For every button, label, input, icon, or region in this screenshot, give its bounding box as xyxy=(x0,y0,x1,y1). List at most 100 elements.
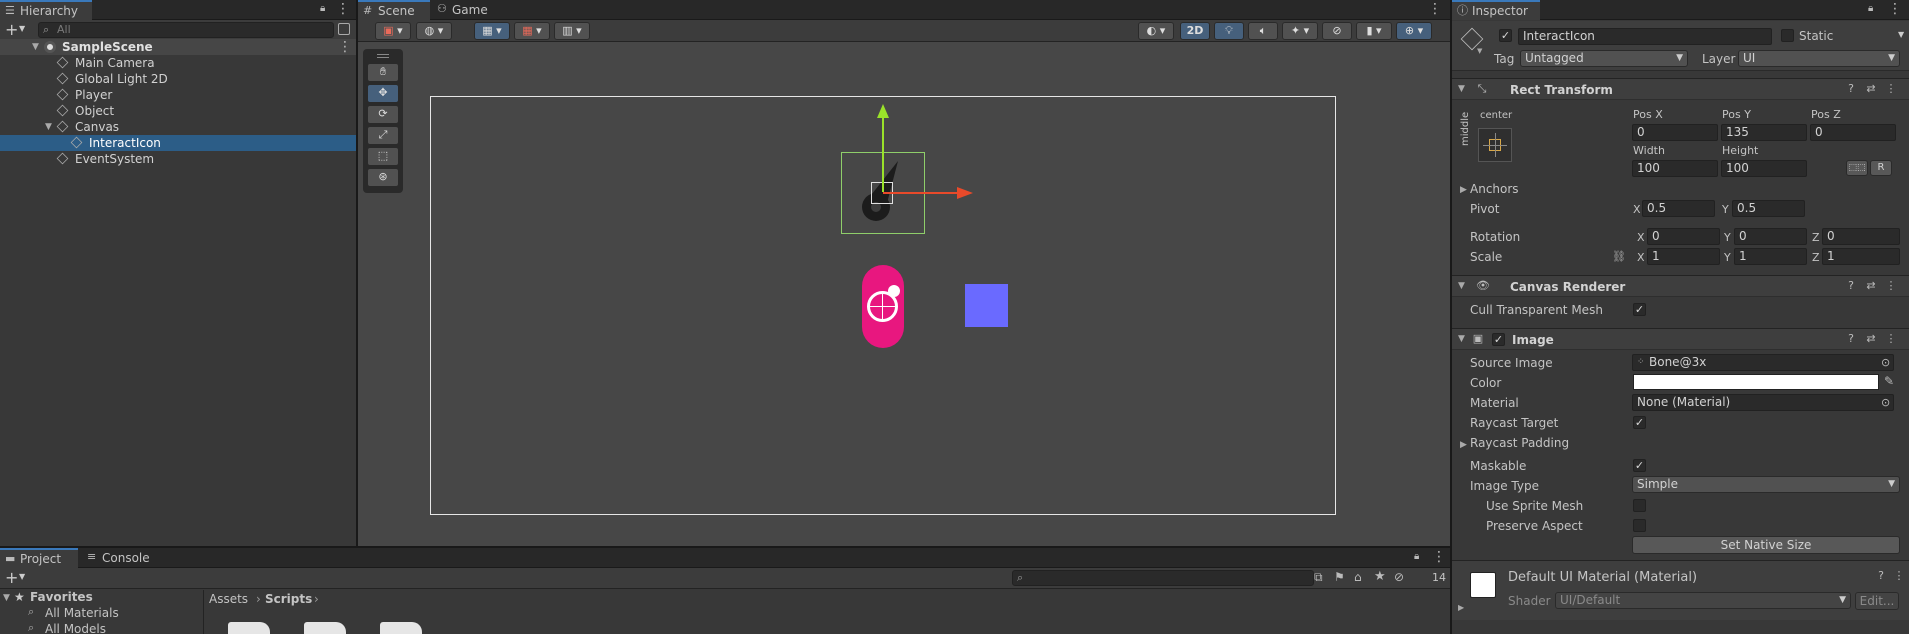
asset-file-icon[interactable] xyxy=(304,622,346,634)
fold-arrow-icon[interactable]: ▼ xyxy=(1458,281,1465,291)
preset-icon[interactable]: ⇄ xyxy=(1865,83,1877,95)
component-menu-icon[interactable]: ⋮ xyxy=(1885,83,1897,95)
favorite-all-models[interactable]: All Models xyxy=(45,622,106,634)
expand-arrow-icon[interactable]: ▼ xyxy=(45,119,52,135)
preserve-aspect-checkbox[interactable] xyxy=(1633,519,1646,532)
effects-dropdown[interactable]: ✦ ▾ xyxy=(1282,22,1318,40)
image-enabled-checkbox[interactable]: ✓ xyxy=(1492,333,1505,346)
hidden-packages-icon[interactable]: ⊘ xyxy=(1394,570,1404,584)
fold-arrow-icon[interactable]: ▼ xyxy=(1458,84,1465,94)
panel-menu-icon[interactable]: ⋮ xyxy=(336,2,350,16)
transform-tool-button[interactable]: ⊛ xyxy=(367,168,399,187)
help-icon[interactable]: ? xyxy=(1845,333,1857,345)
panel-menu-icon[interactable]: ⋮ xyxy=(1428,2,1442,16)
static-dropdown-icon[interactable]: ▼ xyxy=(1898,30,1904,39)
move-tool-button[interactable]: ✥ xyxy=(367,84,399,103)
hierarchy-item-global-light[interactable]: Global Light 2D xyxy=(0,71,356,87)
scale-x-field[interactable]: 1 xyxy=(1647,248,1720,265)
raycast-padding-label[interactable]: Raycast Padding xyxy=(1470,436,1569,450)
draw-mode-dropdown[interactable]: ▣ ▾ xyxy=(375,22,411,40)
gizmos-dropdown[interactable]: ⊕ ▾ xyxy=(1396,22,1432,40)
favorite-all-materials[interactable]: All Materials xyxy=(45,606,119,620)
scene-row[interactable]: ▼ SampleScene ⋮ xyxy=(0,39,356,55)
grid-snap-dropdown[interactable]: ▦ ▾ xyxy=(474,22,510,40)
breadcrumb-assets[interactable]: Assets xyxy=(209,592,248,606)
pos-x-field[interactable]: 0 xyxy=(1632,124,1718,141)
pivot-y-field[interactable]: 0.5 xyxy=(1732,200,1805,217)
hierarchy-item-object[interactable]: Object xyxy=(0,103,356,119)
image-type-dropdown[interactable]: Simple ▼ xyxy=(1632,476,1900,493)
shader-dropdown[interactable]: UI/Default ▼ xyxy=(1555,592,1851,609)
search-by-type-icon[interactable]: ⧉ xyxy=(1314,570,1323,585)
scale-y-field[interactable]: 1 xyxy=(1734,248,1807,265)
tab-project[interactable]: ▬ Project xyxy=(0,548,78,568)
hierarchy-search-input[interactable]: ⌕ All xyxy=(38,22,334,38)
component-menu-icon[interactable]: ⋮ xyxy=(1893,570,1905,582)
lock-icon[interactable]: 🔒︎ xyxy=(1414,551,1424,563)
chevron-down-icon[interactable]: ▼ xyxy=(1477,47,1482,55)
rect-tool-button[interactable]: ⬚ xyxy=(367,147,399,166)
component-menu-icon[interactable]: ⋮ xyxy=(1885,280,1897,292)
anchors-fold-icon[interactable]: ▶ xyxy=(1460,185,1467,195)
eyedropper-icon[interactable]: ✎ xyxy=(1884,374,1894,388)
constrain-proportions-icon[interactable]: ⛓︎ xyxy=(1612,250,1626,263)
anchors-label[interactable]: Anchors xyxy=(1470,182,1519,196)
camera-dropdown[interactable]: ▮ ▾ xyxy=(1356,22,1392,40)
tab-hierarchy[interactable]: ☰ Hierarchy xyxy=(0,0,92,20)
panel-menu-icon[interactable]: ⋮ xyxy=(1432,550,1446,564)
rect-transform-header[interactable]: ▼ ⤡ Rect Transform ? ⇄ ⋮ xyxy=(1452,78,1909,100)
layer-dropdown[interactable]: UI ▼ xyxy=(1738,50,1900,67)
pos-z-field[interactable]: 0 xyxy=(1810,124,1896,141)
set-native-size-button[interactable]: Set Native Size xyxy=(1632,536,1900,554)
add-icon[interactable]: + xyxy=(5,20,18,39)
rotate-tool-button[interactable]: ⟳ xyxy=(367,105,399,124)
scale-tool-button[interactable]: ⤢ xyxy=(367,126,399,145)
chevron-down-icon[interactable]: ▼ xyxy=(19,572,25,581)
y-axis-arrow-icon[interactable] xyxy=(877,104,889,118)
pos-y-field[interactable]: 135 xyxy=(1721,124,1807,141)
lock-icon[interactable]: 🔒︎ xyxy=(320,3,330,15)
blueprint-mode-button[interactable]: ⬚⬚ xyxy=(1846,160,1868,176)
breadcrumb-scripts[interactable]: Scripts xyxy=(265,592,312,606)
rotation-z-field[interactable]: 0 xyxy=(1822,228,1900,245)
tab-inspector[interactable]: ⓘ Inspector xyxy=(1452,0,1540,20)
object-picker-icon[interactable]: ⊙ xyxy=(1881,356,1890,369)
component-menu-icon[interactable]: ⋮ xyxy=(1885,333,1897,345)
fold-arrow-icon[interactable]: ▼ xyxy=(1458,334,1465,344)
cull-mesh-checkbox[interactable]: ✓ xyxy=(1633,303,1646,316)
canvas-renderer-header[interactable]: ▼ 👁︎ Canvas Renderer ? ⇄ ⋮ xyxy=(1452,275,1909,297)
help-icon[interactable]: ? xyxy=(1845,83,1857,95)
hand-tool-button[interactable]: ✋︎ xyxy=(367,63,399,82)
x-axis-arrow-icon[interactable] xyxy=(957,187,973,199)
audio-toggle[interactable]: 🔈︎ xyxy=(1248,22,1278,40)
help-icon[interactable]: ? xyxy=(1875,570,1887,582)
object-sprite[interactable] xyxy=(965,284,1008,327)
tag-dropdown[interactable]: Untagged ▼ xyxy=(1520,50,1688,67)
raycast-target-checkbox[interactable]: ✓ xyxy=(1633,416,1646,429)
overlay-drag-handle[interactable] xyxy=(377,54,389,55)
preset-icon[interactable]: ⇄ xyxy=(1865,280,1877,292)
ruler-dropdown[interactable]: ▥ ▾ xyxy=(554,22,590,40)
raw-edit-button[interactable]: R xyxy=(1870,160,1892,176)
toggle-2d-button[interactable]: 2D xyxy=(1180,22,1210,40)
snap-increment-dropdown[interactable]: ▦ ▾ xyxy=(514,22,550,40)
maskable-checkbox[interactable]: ✓ xyxy=(1633,459,1646,472)
expand-arrow-icon[interactable]: ▼ xyxy=(32,39,39,55)
pivot-x-field[interactable]: 0.5 xyxy=(1642,200,1715,217)
tab-scene[interactable]: # Scene xyxy=(358,0,430,20)
active-checkbox[interactable]: ✓ xyxy=(1499,29,1512,42)
shading-dropdown[interactable]: ◐ ▾ xyxy=(1138,22,1174,40)
hierarchy-item-canvas[interactable]: ▼ Canvas xyxy=(0,119,356,135)
render-mode-dropdown[interactable]: ◍ ▾ xyxy=(416,22,452,40)
hierarchy-item-player[interactable]: Player xyxy=(0,87,356,103)
player-sprite[interactable] xyxy=(862,265,904,348)
edit-shader-button[interactable]: Edit... xyxy=(1855,592,1899,610)
width-field[interactable]: 100 xyxy=(1632,160,1718,177)
favorites-fold-icon[interactable]: ▼ xyxy=(3,593,10,603)
static-checkbox[interactable] xyxy=(1781,29,1794,42)
favorite-star-icon[interactable]: ★ xyxy=(1374,569,1386,584)
material-preview[interactable] xyxy=(1470,572,1496,598)
height-field[interactable]: 100 xyxy=(1721,160,1807,177)
rotation-x-field[interactable]: 0 xyxy=(1647,228,1720,245)
source-image-field[interactable]: ⁘ Bone@3x xyxy=(1632,354,1894,371)
